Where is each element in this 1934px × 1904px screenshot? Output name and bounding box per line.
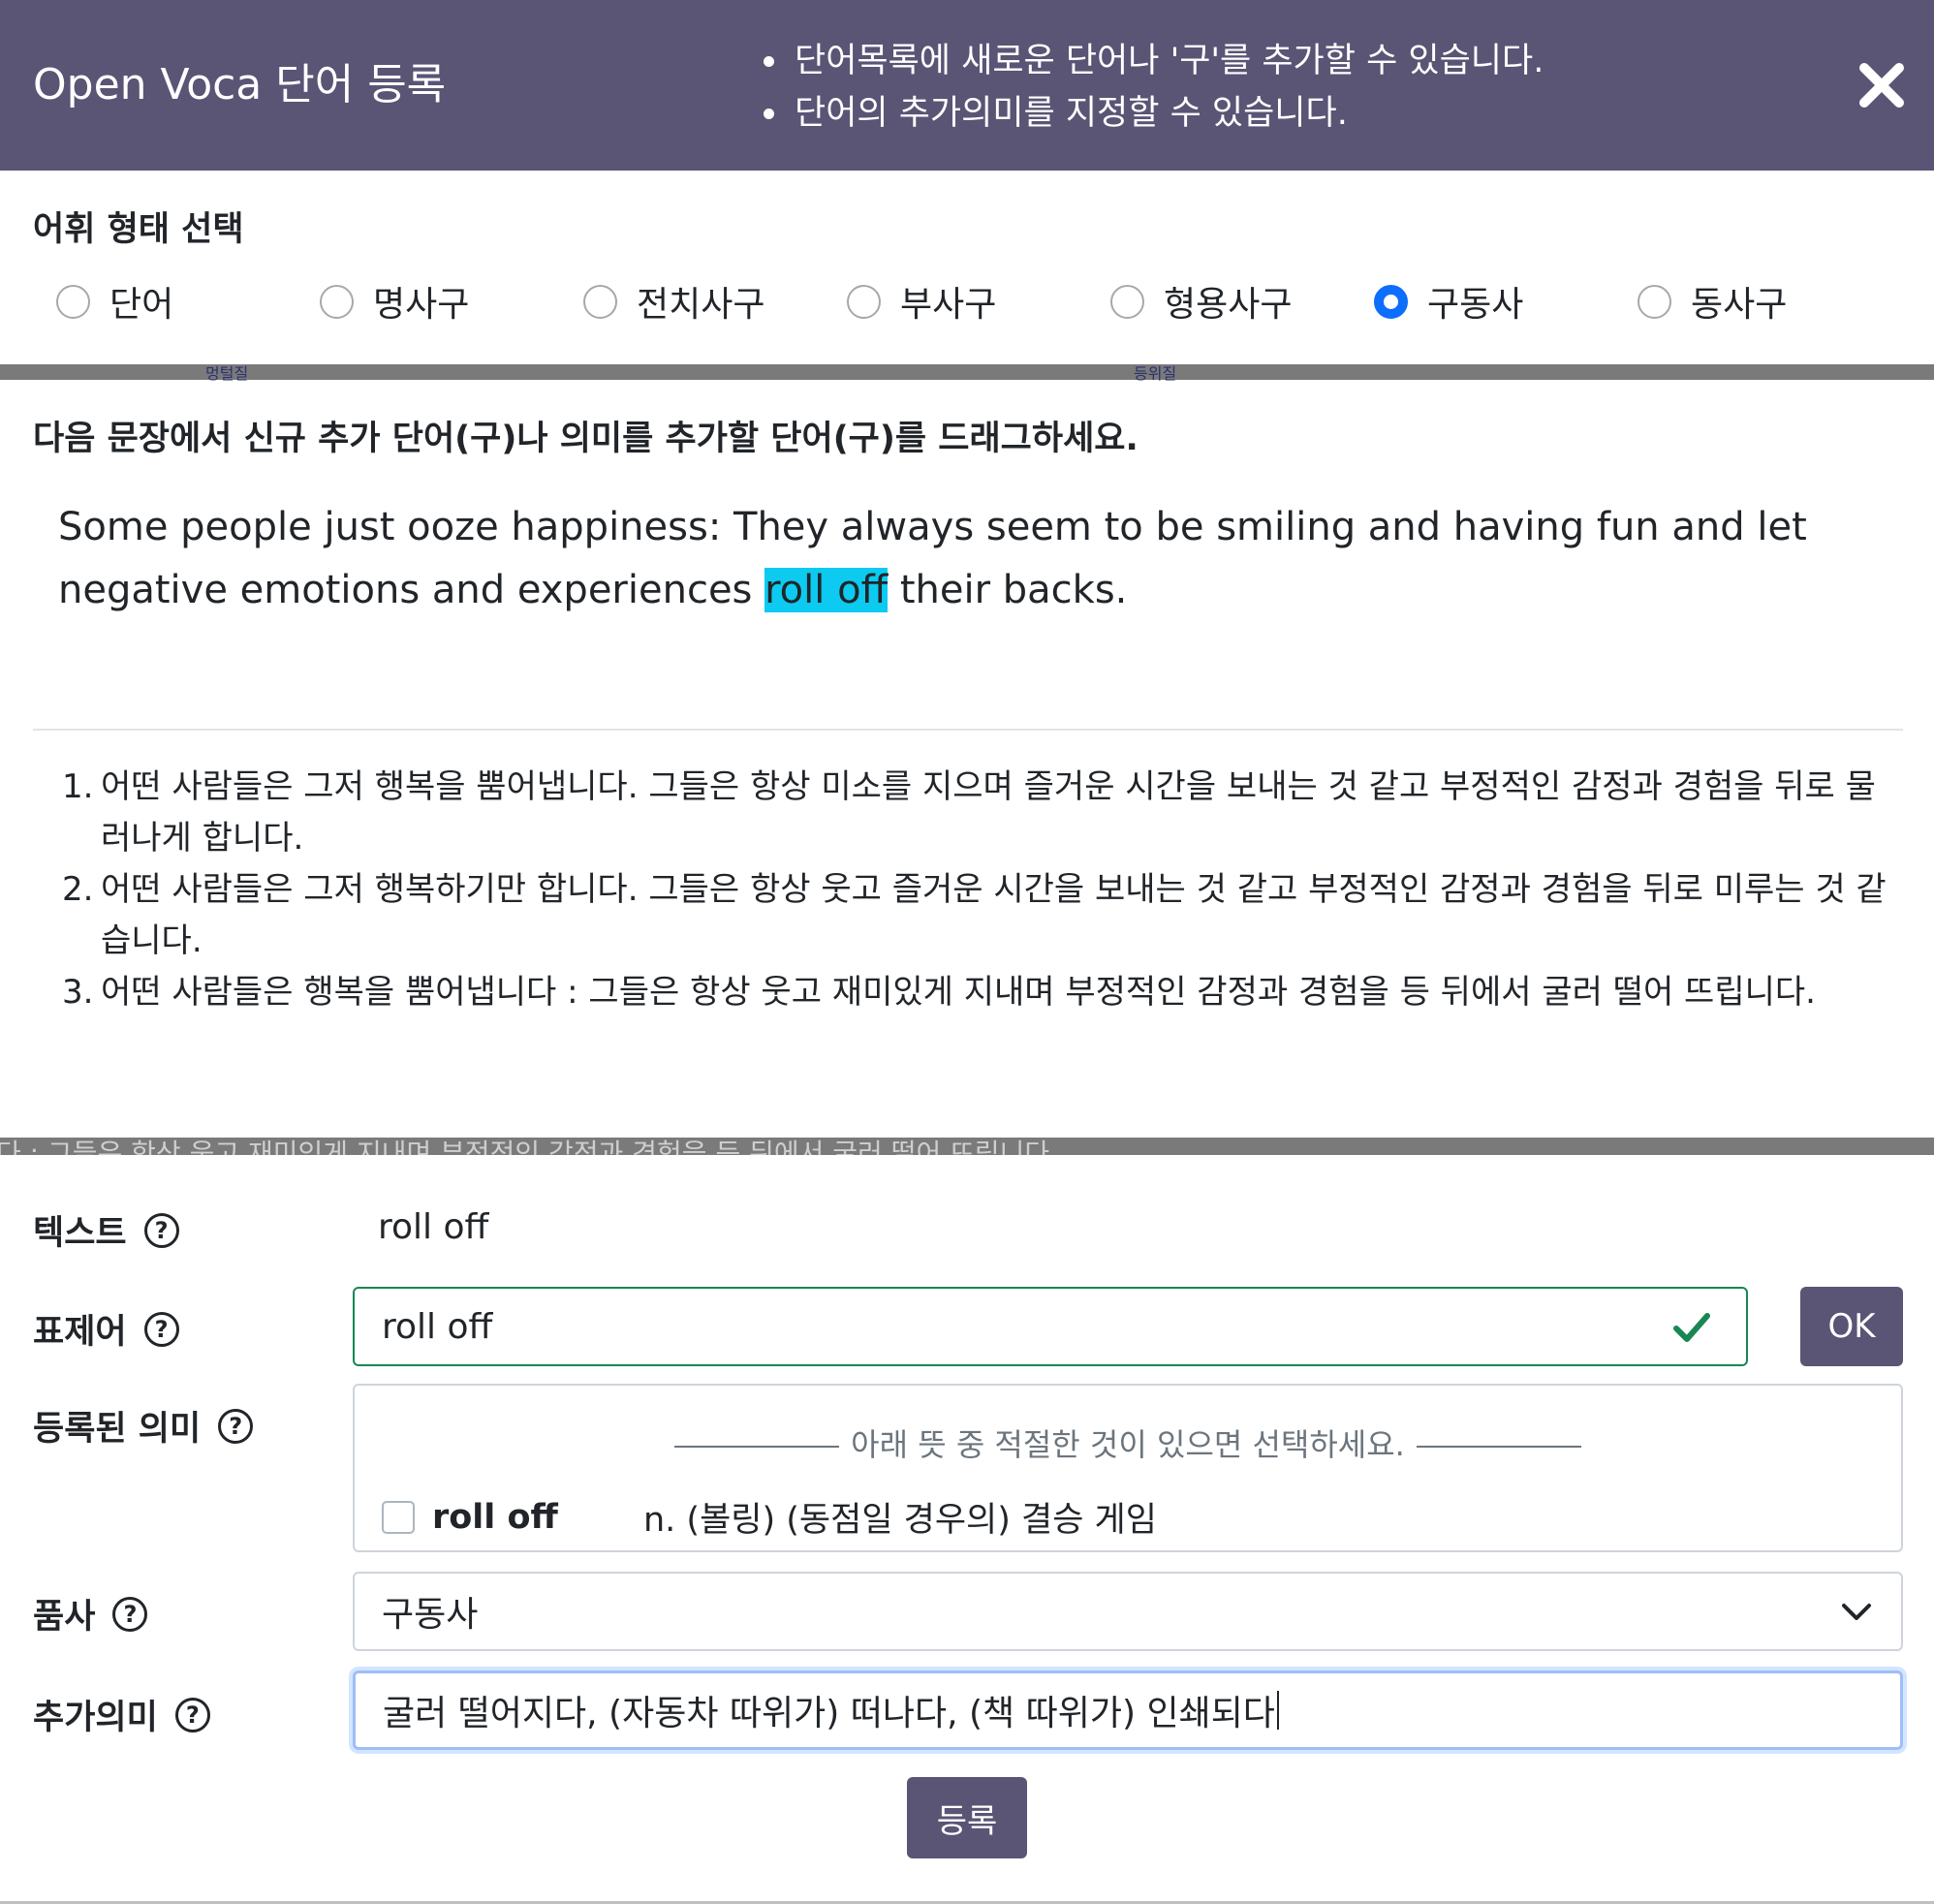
help-icon[interactable]: ? xyxy=(143,1212,179,1248)
radio-label: 동사구 xyxy=(1691,285,1788,325)
radio-label: 명사구 xyxy=(373,285,470,325)
pos-label-text: 품사 xyxy=(33,1598,96,1637)
selected-text-value: roll off xyxy=(378,1207,489,1247)
meanings-label-text: 등록된 의미 xyxy=(33,1410,202,1449)
text-caret xyxy=(1276,1691,1279,1730)
meanings-hint: 아래 뜻 중 적절한 것이 있으면 선택하세요. xyxy=(355,1420,1901,1465)
text-label-text: 텍스트 xyxy=(33,1214,127,1253)
translation-item: 3. 어떤 사람들은 행복을 뿜어냅니다 : 그들은 항상 웃고 재미있게 지내며… xyxy=(62,967,1903,1018)
translation-item: 1. 어떤 사람들은 그저 행복을 뿜어냅니다. 그들은 항상 미소를 지으며 즐… xyxy=(62,762,1903,864)
radio-adjective-phrase[interactable]: 형용사구 xyxy=(1110,277,1292,326)
header-note: 단어목록에 새로운 단어나 '구'를 추가할 수 있습니다. xyxy=(762,35,1544,87)
section-divider xyxy=(0,364,1934,380)
headword-label-text: 표제어 xyxy=(33,1313,127,1352)
extra-meaning-input-value[interactable]: 굴러 떨어지다, (자동차 따위가) 떠나다, (책 따위가) 인쇄되다 xyxy=(383,1685,1275,1735)
radio-word[interactable]: 단어 xyxy=(56,277,173,326)
selected-phrase[interactable]: roll off xyxy=(764,568,889,612)
help-icon[interactable]: ? xyxy=(174,1697,210,1732)
valid-check-icon xyxy=(1673,1313,1710,1342)
radio-circle[interactable] xyxy=(1110,284,1144,319)
radio-noun-phrase[interactable]: 명사구 xyxy=(320,277,469,326)
drag-instruction: 다음 문장에서 신규 추가 단어(구)나 의미를 추가할 단어(구)를 드래그하… xyxy=(33,420,1139,458)
overlay-text: 다 : 그들은 항상 웃고 재미있게 지내며 부정적인 감정과 경험을 등 뒤에… xyxy=(0,1138,1059,1156)
radio-prepositional-phrase[interactable]: 전치사구 xyxy=(583,277,764,326)
extra-meaning-label: 추가의미 ? xyxy=(33,1690,210,1739)
chevron-down-icon xyxy=(1842,1604,1871,1620)
radio-circle[interactable] xyxy=(320,284,354,319)
radio-adverb-phrase[interactable]: 부사구 xyxy=(847,277,996,326)
headword-input-value[interactable]: roll off xyxy=(382,1307,492,1347)
meaning-checkbox[interactable] xyxy=(382,1500,415,1534)
pos-select[interactable]: 구동사 xyxy=(353,1572,1903,1651)
translation-text: 어떤 사람들은 행복을 뿜어냅니다 : 그들은 항상 웃고 재미있게 지내며 부… xyxy=(101,973,1816,1012)
help-icon[interactable]: ? xyxy=(143,1311,179,1347)
radio-circle[interactable] xyxy=(1374,284,1408,319)
headword-input[interactable]: roll off xyxy=(353,1287,1748,1366)
sentence-text[interactable]: their backs. xyxy=(888,568,1128,612)
meaning-definition: n. (볼링) (동점일 경우의) 결승 게임 xyxy=(643,1501,1157,1540)
divider xyxy=(33,729,1903,731)
pos-label: 품사 ? xyxy=(33,1589,148,1639)
translation-number: 1. xyxy=(62,767,94,806)
radio-label: 형용사구 xyxy=(1164,285,1293,325)
help-icon[interactable]: ? xyxy=(218,1408,254,1444)
extra-meaning-label-text: 추가의미 xyxy=(33,1699,158,1737)
section-divider: 다 : 그들은 항상 웃고 재미있게 지내며 부정적인 감정과 경험을 등 뒤에… xyxy=(0,1138,1934,1155)
translation-text: 어떤 사람들은 그저 행복을 뿜어냅니다. 그들은 항상 미소를 지으며 즐거운… xyxy=(101,767,1876,858)
header-note: 단어의 추가의미를 지정할 수 있습니다. xyxy=(762,87,1544,140)
help-icon[interactable]: ? xyxy=(112,1596,148,1632)
radio-label: 전치사구 xyxy=(637,285,765,325)
radio-circle[interactable] xyxy=(1638,284,1671,319)
modal-header: Open Voca 단어 등록 단어목록에 새로운 단어나 '구'를 추가할 수… xyxy=(0,0,1934,171)
meanings-label: 등록된 의미 ? xyxy=(33,1401,254,1451)
headword-label: 표제어 ? xyxy=(33,1304,179,1354)
meaning-word: roll off xyxy=(432,1497,558,1537)
radio-circle[interactable] xyxy=(583,284,617,319)
text-label: 텍스트 ? xyxy=(33,1205,179,1255)
register-button[interactable]: 등록 xyxy=(907,1777,1027,1858)
meaning-option[interactable]: roll off n. (볼링) (동점일 경우의) 결승 게임 xyxy=(382,1492,1157,1542)
vocab-type-label: 어휘 형태 선택 xyxy=(33,210,244,249)
radio-phrasal-verb[interactable]: 구동사 xyxy=(1374,277,1523,326)
radio-circle[interactable] xyxy=(847,284,881,319)
overlay-text: 멍털질 xyxy=(205,364,249,383)
radio-label: 부사구 xyxy=(900,285,997,325)
pos-select-value: 구동사 xyxy=(382,1595,479,1635)
translation-text: 어떤 사람들은 그저 행복하기만 합니다. 그들은 항상 웃고 즐거운 시간을 … xyxy=(101,870,1887,960)
radio-label: 구동사 xyxy=(1427,285,1524,325)
translation-number: 3. xyxy=(62,973,94,1012)
translation-number: 2. xyxy=(62,870,94,909)
modal-title: Open Voca 단어 등록 xyxy=(33,60,447,109)
registered-meanings-box: 아래 뜻 중 적절한 것이 있으면 선택하세요. roll off n. (볼링… xyxy=(353,1384,1903,1552)
source-sentence[interactable]: Some people just ooze happiness: They al… xyxy=(58,496,1880,622)
radio-verb-phrase[interactable]: 동사구 xyxy=(1638,277,1787,326)
vocab-type-radio-group: 단어 명사구 전치사구 부사구 형용사구 구동사 동사구 xyxy=(56,277,1897,326)
ok-button[interactable]: OK xyxy=(1800,1287,1903,1366)
header-notes: 단어목록에 새로운 단어나 '구'를 추가할 수 있습니다. 단어의 추가의미를… xyxy=(762,35,1544,140)
overlay-text: 등위질 xyxy=(1134,364,1177,383)
translation-item: 2. 어떤 사람들은 그저 행복하기만 합니다. 그들은 항상 웃고 즐거운 시간… xyxy=(62,864,1903,967)
translation-list: 1. 어떤 사람들은 그저 행복을 뿜어냅니다. 그들은 항상 미소를 지으며 즐… xyxy=(62,762,1903,1018)
extra-meaning-input[interactable]: 굴러 떨어지다, (자동차 따위가) 떠나다, (책 따위가) 인쇄되다 xyxy=(353,1670,1903,1750)
radio-label: 단어 xyxy=(109,285,174,325)
close-icon[interactable] xyxy=(1853,56,1911,114)
radio-circle[interactable] xyxy=(56,284,90,319)
